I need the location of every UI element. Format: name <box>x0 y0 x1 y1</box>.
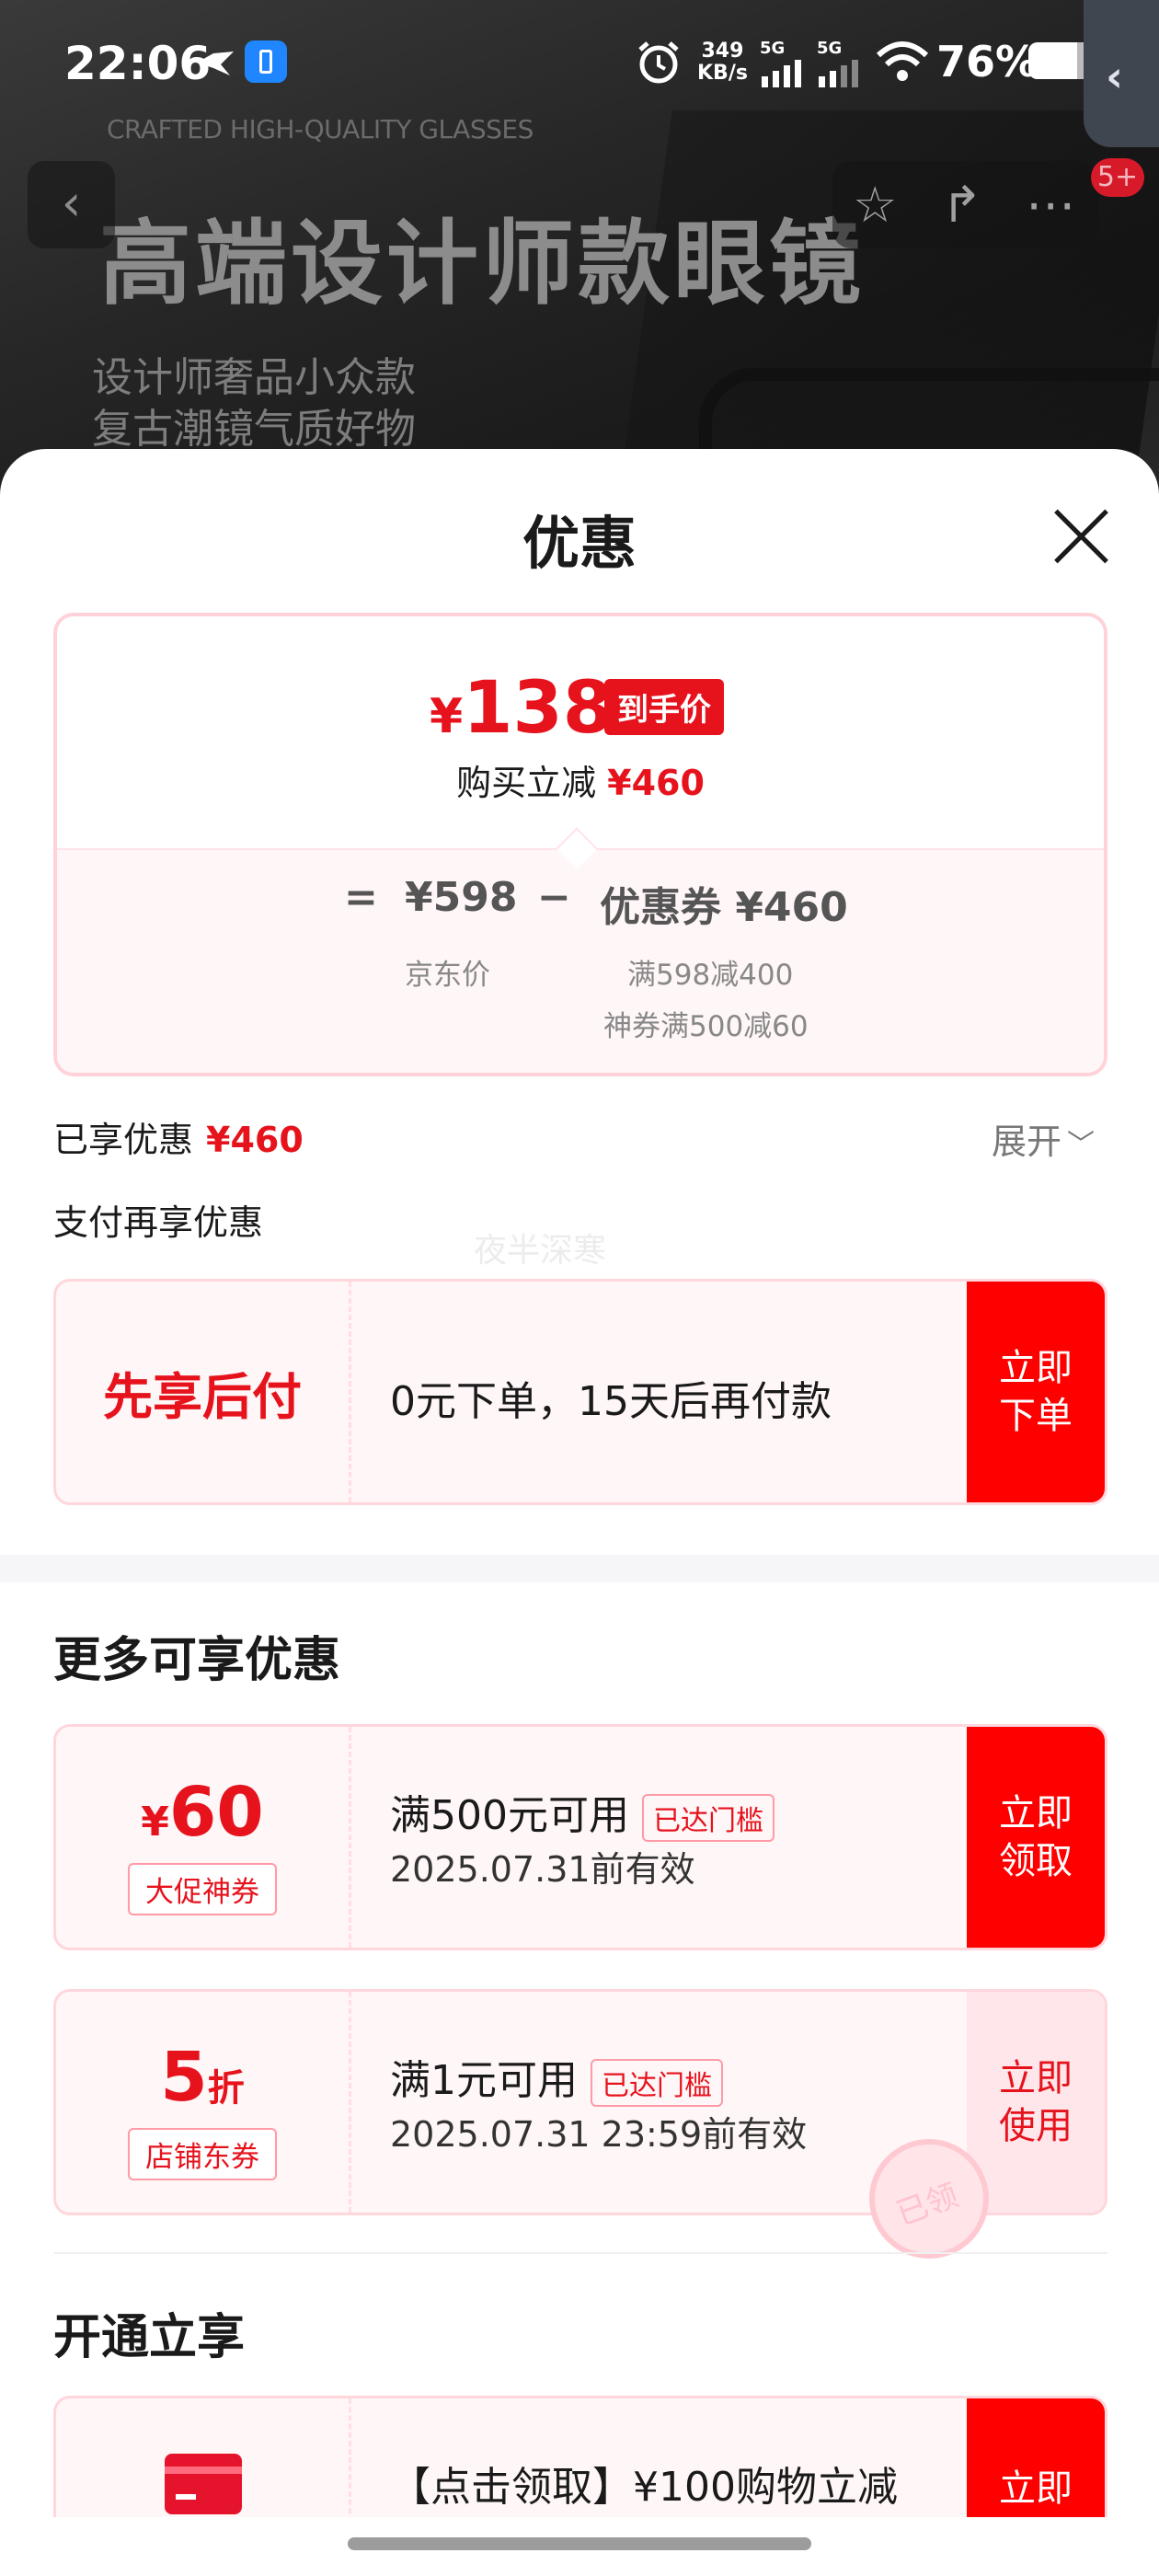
coupon-card[interactable]: ¥60 大促神券 满500元可用 已达门槛 2025.07.31前有效 立即 领取 <box>53 1724 1107 1950</box>
enjoyed-discount: 已享优惠 ¥460 <box>53 1120 304 1160</box>
coupon-condition: 满500元可用 已达门槛 <box>390 1782 775 1842</box>
message-count-badge: 5+ <box>1091 158 1144 197</box>
equals-sign: = <box>344 874 378 921</box>
threshold-reached-tag: 已达门槛 <box>591 2059 723 2107</box>
app-status-icon <box>245 40 287 83</box>
coupon-type-label: 店铺东券 <box>128 2128 277 2180</box>
battery-percent: 76% <box>936 37 1039 86</box>
more-options-icon[interactable]: ⋯ <box>1026 176 1075 234</box>
claimed-stamp: 已领 <box>869 2139 989 2259</box>
share-icon[interactable]: ↱ <box>941 176 982 234</box>
sheet-title: 优惠 <box>522 510 637 577</box>
use-coupon-button[interactable]: 立即 使用 <box>967 1992 1105 2213</box>
banner-subtitle-2: 复古潮镜气质好物 <box>92 406 416 453</box>
credit-card-icon <box>165 2454 242 2514</box>
pay-later-title: 先享后付 <box>103 1367 302 1426</box>
back-button[interactable]: ‹ <box>28 161 115 248</box>
section-gap <box>0 1555 1159 1582</box>
coupon-value: 5折 <box>160 2038 245 2117</box>
net-speed: 349 KB/s <box>697 40 748 85</box>
close-icon[interactable] <box>1049 504 1113 569</box>
coupon-condition: 满1元可用 已达门槛 <box>390 2047 723 2107</box>
jd-price: ¥598 <box>405 874 518 921</box>
coupon-total: 优惠券 ¥460 <box>600 884 848 931</box>
card-divider <box>349 1727 351 1948</box>
price-equation-area <box>57 848 1104 1073</box>
coupon-rule-2: 神券满500减60 <box>603 1010 809 1043</box>
claim-coupon-button[interactable]: 立即 领取 <box>967 1727 1105 1948</box>
app-notification-icon <box>197 52 234 75</box>
screen: CRAFTED HIGH-QUALITY GLASSES 高端设计师款眼镜 设计… <box>0 0 1159 2576</box>
chevron-down-icon: ﹀ <box>1067 1129 1096 1161</box>
banner-subtitle-1: 设计师奢品小众款 <box>92 354 416 401</box>
status-bar: 22:06 349 KB/s 5G 5G 76% <box>0 0 1159 120</box>
offer-text: 【点击领取】¥100购物立减 <box>390 2464 898 2511</box>
final-price-tag: 到手价 <box>604 679 724 735</box>
instant-discount: 购买立减 ¥460 <box>456 763 705 803</box>
signal-icon: 5G <box>817 39 865 91</box>
wifi-icon <box>876 41 929 81</box>
signal-icon: 5G <box>760 39 808 91</box>
pay-later-desc: 0元下单，15天后再付款 <box>390 1378 832 1425</box>
coupon-value: ¥60 <box>141 1773 264 1852</box>
alarm-icon <box>638 41 679 84</box>
divider-line <box>53 2252 1107 2254</box>
threshold-reached-tag: 已达门槛 <box>641 1794 775 1842</box>
jd-price-caption: 京东价 <box>405 959 490 992</box>
minus-sign: − <box>537 874 571 921</box>
favorite-star-icon[interactable]: ☆ <box>853 176 897 234</box>
status-time: 22:06 <box>64 37 212 90</box>
coupon-type-label: 大促神券 <box>128 1863 277 1915</box>
top-action-group: ☆ ↱ ⋯ <box>832 161 1099 248</box>
back-arrow-icon: ‹ <box>61 174 82 232</box>
final-price: ¥138 <box>430 667 614 750</box>
banner-title: 高端设计师款眼镜 <box>99 210 865 317</box>
side-edge-tab[interactable]: ‹ <box>1084 0 1159 147</box>
price-breakdown-card: ¥138 到手价 购买立减 ¥460 = ¥598 − 优惠券 ¥460 京东价 … <box>53 613 1107 1076</box>
home-indicator[interactable] <box>348 2537 811 2550</box>
expand-button[interactable]: 展开 ﹀ <box>992 1113 1095 1164</box>
coupon-validity: 2025.07.31 23:59前有效 <box>390 2114 808 2155</box>
card-divider <box>349 1282 351 1502</box>
card-divider <box>349 1992 351 2213</box>
watermark-text: 夜半深寒 <box>474 1232 607 1270</box>
pay-later-card[interactable]: 先享后付 0元下单，15天后再付款 立即 下单 <box>53 1279 1107 1505</box>
more-offers-title: 更多可享优惠 <box>53 1633 341 1688</box>
order-now-button[interactable]: 立即 下单 <box>967 1282 1105 1502</box>
coupon-rule-1: 满598减400 <box>627 959 794 992</box>
coupon-validity: 2025.07.31前有效 <box>390 1849 695 1890</box>
pay-again-heading: 支付再享优惠 <box>53 1202 264 1243</box>
open-enjoy-title: 开通立享 <box>53 2310 246 2365</box>
